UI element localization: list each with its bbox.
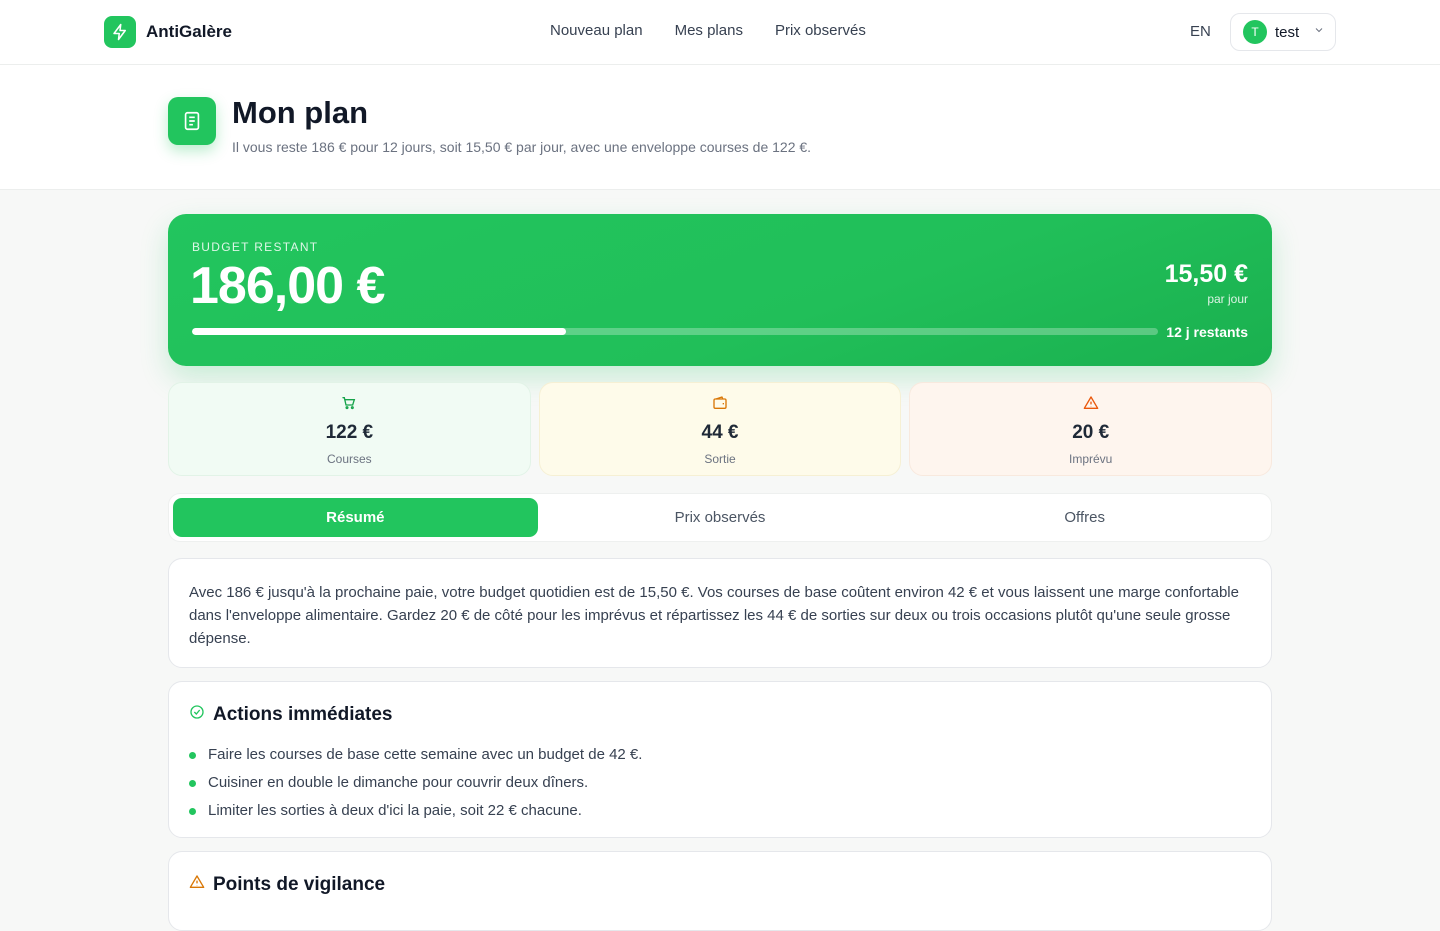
nav-new-plan[interactable]: Nouveau plan — [550, 22, 643, 39]
page-subtitle: Il vous reste 186 € pour 12 jours, soit … — [232, 139, 812, 155]
budget-progress-fill — [192, 328, 566, 335]
bullet-dot — [189, 807, 196, 815]
user-menu-button[interactable]: T test — [1230, 13, 1336, 51]
stat-label: Imprévu — [1069, 452, 1113, 466]
page-title: Mon plan — [232, 95, 369, 130]
stat-courses: 122 € Courses — [168, 382, 531, 476]
avatar: T — [1243, 20, 1267, 44]
stat-value: 122 € — [325, 422, 374, 443]
page-header: Mon plan Il vous reste 186 € pour 12 jou… — [0, 65, 1440, 190]
list-item: Faire les courses de base cette semaine … — [189, 740, 1251, 768]
envelope-stats: 122 € Courses 44 € Sortie 20 € Imprévu — [168, 382, 1273, 476]
chevron-down-icon — [1313, 23, 1325, 41]
stat-label: Courses — [326, 452, 372, 466]
summary-text: Avec 186 € jusqu'à la prochaine paie, vo… — [189, 584, 1239, 647]
language-switch[interactable]: EN — [1190, 23, 1211, 40]
cart-icon — [341, 395, 357, 416]
receipt-icon — [168, 97, 216, 145]
watch-points-card: Points de vigilance — [168, 851, 1272, 931]
bullet-dot — [189, 751, 196, 759]
stat-value: 20 € — [1072, 422, 1110, 443]
plan-tabs: Résumé Prix observés Offres — [168, 493, 1272, 542]
wallet-icon — [712, 395, 728, 416]
budget-label: BUDGET RESTANT — [192, 240, 319, 254]
list-item-text: Cuisiner en double le dimanche pour couv… — [208, 773, 589, 791]
list-item-text: Faire les courses de base cette semaine … — [208, 745, 643, 763]
main-nav: Nouveau plan Mes plans Prix observés — [550, 22, 866, 39]
per-day-label: par jour — [1207, 292, 1248, 306]
actions-title-row: Actions immédiates — [189, 704, 1251, 726]
stat-sortie: 44 € Sortie — [538, 382, 902, 476]
actions-title: Actions immédiates — [213, 704, 393, 725]
list-item: Cuisiner en double le dimanche pour couv… — [189, 768, 1251, 796]
budget-card: BUDGET RESTANT 186,00 € 15,50 € par jour… — [168, 214, 1272, 366]
budget-progress-bar — [192, 328, 1158, 335]
lightning-icon — [104, 16, 136, 48]
warning-icon — [189, 874, 205, 896]
warning-icon — [1083, 395, 1099, 416]
list-item: Limiter les sorties à deux d'ici la paie… — [189, 796, 1251, 824]
top-bar: AntiGalère Nouveau plan Mes plans Prix o… — [0, 0, 1440, 65]
user-name: test — [1275, 23, 1300, 41]
stat-value: 44 € — [701, 422, 739, 443]
budget-amount: 186,00 € — [190, 257, 385, 315]
tab-observed-prices[interactable]: Prix observés — [538, 498, 903, 537]
tab-summary[interactable]: Résumé — [173, 498, 538, 537]
stat-label: Sortie — [704, 452, 736, 466]
per-day-amount: 15,50 € — [1164, 260, 1248, 288]
watch-title-row: Points de vigilance — [189, 874, 1251, 896]
tab-offers[interactable]: Offres — [902, 498, 1267, 537]
watch-title: Points de vigilance — [213, 874, 386, 895]
brand-name: AntiGalère — [146, 22, 232, 41]
actions-list: Faire les courses de base cette semaine … — [189, 740, 1251, 824]
actions-card: Actions immédiates Faire les courses de … — [168, 681, 1272, 838]
nav-observed-prices[interactable]: Prix observés — [775, 22, 866, 39]
summary-card: Avec 186 € jusqu'à la prochaine paie, vo… — [168, 558, 1272, 668]
list-item-text: Limiter les sorties à deux d'ici la paie… — [208, 801, 582, 819]
days-left: 12 j restants — [1166, 324, 1248, 340]
brand[interactable]: AntiGalère — [104, 16, 232, 48]
stat-imprevu: 20 € Imprévu — [909, 382, 1273, 476]
nav-my-plans[interactable]: Mes plans — [675, 22, 743, 39]
bullet-dot — [189, 779, 196, 787]
check-circle-icon — [189, 704, 205, 726]
